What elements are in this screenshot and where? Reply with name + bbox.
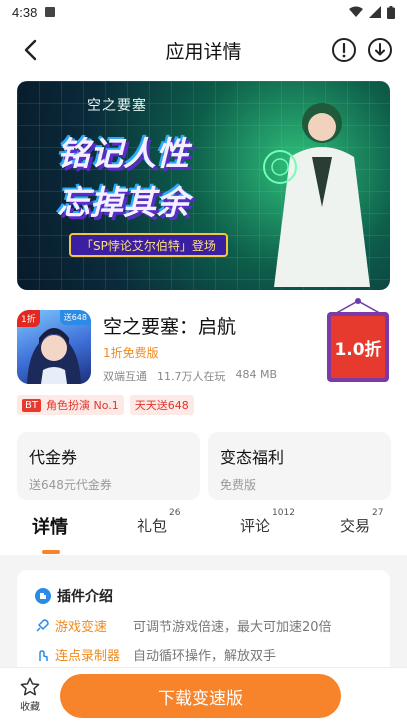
banner-ribbon: 「SP悖论艾尔伯特」登场	[69, 233, 228, 257]
perks-card[interactable]: 变态福利 免费版	[208, 432, 391, 500]
back-button[interactable]	[16, 36, 44, 64]
plugin-intro-card: 插件介绍 游戏变速 可调节游戏倍速，最大可加速20倍 连点录制器 自动循环操作，…	[17, 570, 390, 680]
icon-tag-discount: 1折	[17, 310, 40, 327]
status-bar: 4:38	[0, 0, 407, 24]
app-meta-size: 484 MB	[235, 368, 278, 381]
tag-daily-gift: 天天送648	[129, 395, 194, 415]
promo-banner[interactable]: 空之要塞 铭记人性 忘掉其余 「SP悖论艾尔伯特」登场	[17, 81, 390, 290]
banner-character-illustration	[263, 103, 370, 287]
badge-pin	[355, 298, 361, 304]
tab-reviews-label: 评论	[240, 517, 271, 535]
plugin-row-autoclick[interactable]: 连点录制器 自动循环操作，解放双手	[35, 645, 372, 664]
tab-trade[interactable]: 交易27	[340, 508, 383, 536]
app-meta-platform: 双端互通	[103, 370, 147, 383]
tab-indicator	[42, 550, 60, 554]
badge-frame: 1.0折	[327, 312, 389, 382]
tab-trade-label: 交易	[340, 517, 371, 535]
bottom-bar: 收藏 下载变速版	[0, 667, 407, 723]
banner-game-logo: 空之要塞	[87, 98, 147, 114]
chevron-left-icon	[24, 39, 37, 61]
battery-icon	[387, 5, 395, 19]
plugin-row-autoclick-desc: 自动循环操作，解放双手	[133, 649, 277, 664]
discount-badge: 1.0折	[327, 298, 389, 384]
app-tags: BT 角色扮演 No.1 天天送648	[17, 395, 194, 415]
tab-reviews[interactable]: 评论1012	[240, 508, 295, 536]
perks-card-sub: 免费版	[220, 478, 257, 492]
tag-rank-label: 角色扮演 No.1	[45, 399, 119, 412]
plugin-row-speed[interactable]: 游戏变速 可调节游戏倍速，最大可加速20倍	[35, 616, 372, 635]
bt-badge: BT	[22, 398, 41, 412]
badge-value: 1.0折	[331, 316, 385, 378]
app-meta: 双端互通 11.7万人在玩 484 MB	[103, 368, 277, 384]
voucher-card[interactable]: 代金券 送648元代金券	[17, 432, 200, 500]
app-header: 应用详情	[0, 28, 407, 72]
icon-tag-gift: 送648	[59, 310, 91, 325]
puzzle-icon	[35, 588, 51, 604]
app-subtitle: 1折免费版	[103, 346, 159, 360]
rocket-icon	[36, 618, 49, 632]
status-time: 4:38	[12, 4, 38, 20]
tab-reviews-count: 1012	[272, 508, 295, 518]
page-title: 应用详情	[165, 40, 242, 63]
plugin-row-autoclick-name: 连点录制器	[55, 649, 121, 664]
download-button[interactable]: 下载变速版	[60, 674, 341, 718]
banner-slogan-line1: 铭记人性	[57, 134, 189, 173]
app-name: 空之要塞：启航	[103, 316, 237, 338]
wifi-icon	[349, 6, 363, 17]
plugin-header: 插件介绍	[35, 586, 372, 606]
plugin-title: 插件介绍	[57, 589, 113, 605]
plugin-row-speed-name: 游戏变速	[55, 620, 108, 635]
notification-icon	[45, 7, 56, 17]
star-icon	[20, 677, 40, 696]
download-icon[interactable]	[367, 37, 393, 63]
tag-daily-gift-label: 天天送648	[134, 399, 189, 412]
tab-details-label: 详情	[32, 517, 68, 538]
banner-slogan-line2: 忘掉其余	[57, 183, 189, 222]
signal-icon	[369, 6, 381, 18]
tab-details[interactable]: 详情	[32, 513, 68, 539]
voucher-card-title: 代金券	[29, 448, 78, 467]
status-icons	[349, 5, 395, 19]
tab-gifts[interactable]: 礼包26	[137, 508, 180, 536]
tab-gifts-count: 26	[169, 508, 181, 518]
favorite-button[interactable]: 收藏	[10, 676, 50, 713]
tab-gifts-label: 礼包	[137, 517, 168, 535]
benefit-cards: 代金券 送648元代金券 变态福利 免费版	[17, 432, 391, 500]
app-meta-players: 11.7万人在玩	[157, 370, 226, 383]
voucher-card-sub: 送648元代金券	[29, 478, 112, 492]
report-icon[interactable]	[331, 37, 357, 63]
perks-card-title: 变态福利	[220, 448, 285, 467]
favorite-label: 收藏	[20, 702, 40, 713]
plugin-row-speed-desc: 可调节游戏倍速，最大可加速20倍	[133, 620, 332, 635]
tag-rank: BT 角色扮演 No.1	[17, 395, 124, 415]
tap-icon	[39, 649, 48, 661]
tab-trade-count: 27	[372, 508, 384, 518]
detail-tabs: 详情 礼包26 评论1012 交易27	[0, 505, 407, 555]
app-icon[interactable]: 1折 送648	[17, 310, 91, 384]
